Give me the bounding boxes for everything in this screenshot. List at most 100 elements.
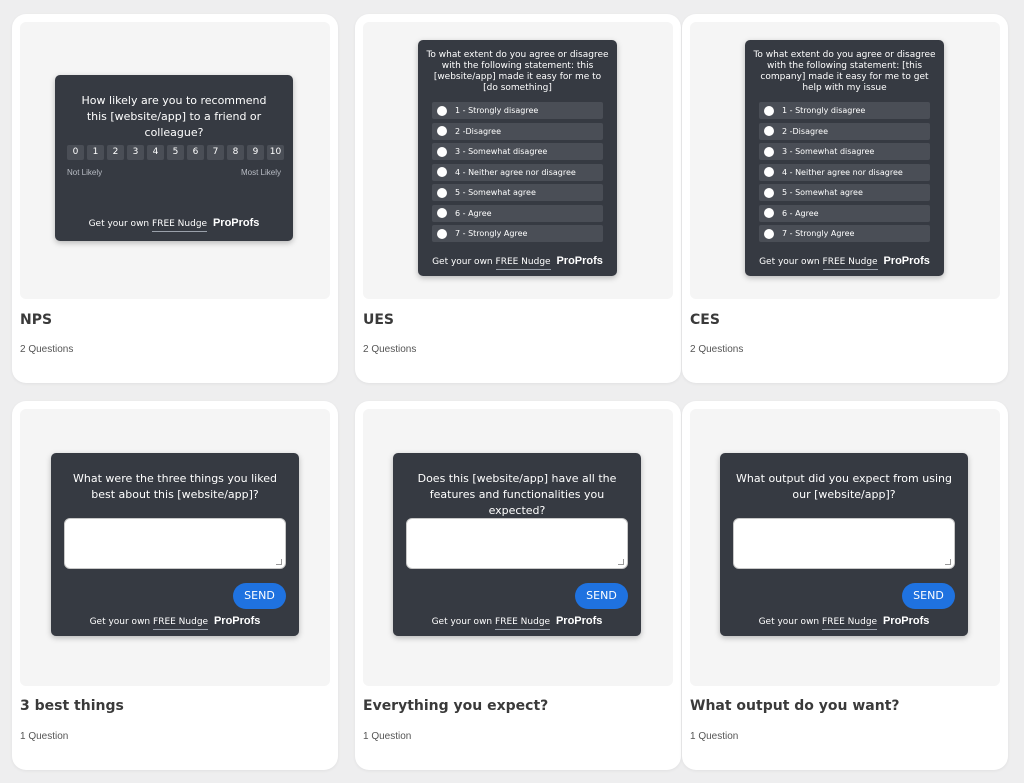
nps-score-option[interactable]: 1: [87, 145, 104, 160]
nps-score-option[interactable]: 9: [247, 145, 264, 160]
template-card-3-best-things[interactable]: What were the three things you liked bes…: [12, 401, 338, 770]
nps-score-option[interactable]: 10: [267, 145, 284, 160]
template-card-ues[interactable]: To what extent do you agree or disagree …: [355, 14, 681, 383]
question-count: 2 Questions: [690, 344, 744, 355]
template-preview: To what extent do you agree or disagree …: [363, 22, 673, 299]
question-count: 1 Question: [20, 731, 69, 742]
radio-option[interactable]: 4 - Neither agree nor disagree: [759, 163, 930, 181]
radio-button[interactable]: [764, 105, 774, 116]
option-label: 7 - Strongly Agree: [455, 229, 528, 238]
send-button[interactable]: SEND: [575, 583, 628, 609]
free-nudge-link[interactable]: FREE Nudge: [495, 617, 551, 630]
proprofs-logo: ProProfs: [556, 255, 603, 267]
radio-button[interactable]: [437, 105, 447, 116]
widget-question: To what extent do you agree or disagree …: [753, 50, 936, 93]
radio-button[interactable]: [437, 187, 447, 198]
option-label: 1 - Strongly disagree: [455, 106, 539, 115]
template-card-ces[interactable]: To what extent do you agree or disagree …: [682, 14, 1008, 383]
question-count: 2 Questions: [363, 344, 417, 355]
free-nudge-link[interactable]: FREE Nudge: [822, 617, 878, 630]
widget-question: To what extent do you agree or disagree …: [426, 50, 609, 93]
nps-low-label: Not Likely: [67, 168, 103, 177]
nps-score-option[interactable]: 4: [147, 145, 164, 160]
proprofs-logo: ProProfs: [212, 217, 260, 229]
radio-button[interactable]: [764, 126, 774, 136]
option-label: 6 - Agree: [782, 208, 819, 218]
resize-handle-icon[interactable]: [276, 559, 282, 565]
radio-button[interactable]: [437, 146, 447, 157]
resize-handle-icon[interactable]: [618, 559, 624, 565]
option-label: 6 - Agree: [455, 208, 492, 218]
footer-text: Get your own: [89, 617, 151, 627]
free-nudge-link[interactable]: FREE Nudge: [495, 257, 551, 270]
resize-handle-icon[interactable]: [945, 559, 951, 565]
free-nudge-link[interactable]: FREE Nudge: [152, 219, 208, 232]
template-preview: What output did you expect from using ou…: [690, 409, 1000, 686]
widget-footer: Get your own FREE Nudge ProProfs: [720, 615, 968, 630]
radio-button[interactable]: [764, 187, 774, 198]
proprofs-logo: ProProfs: [555, 615, 603, 627]
answer-textarea[interactable]: [733, 518, 955, 569]
option-label: 4 - Neither agree nor disagree: [455, 167, 576, 177]
nps-score-option[interactable]: 6: [187, 145, 204, 160]
radio-option[interactable]: 2 -Disagree: [759, 122, 930, 140]
widget-footer: Get your own FREE Nudge ProProfs: [51, 615, 299, 630]
proprofs-logo: ProProfs: [213, 615, 261, 627]
radio-button[interactable]: [764, 146, 774, 157]
send-button[interactable]: SEND: [233, 583, 286, 609]
nps-score-option[interactable]: 7: [207, 145, 224, 160]
option-label: 3 - Somewhat disagree: [455, 147, 548, 156]
radio-option[interactable]: 6 - Agree: [432, 204, 603, 222]
radio-button[interactable]: [437, 167, 447, 177]
answer-textarea[interactable]: [64, 518, 286, 569]
footer-text: Get your own: [88, 219, 150, 229]
nps-widget: How likely are you to recommend this [we…: [55, 75, 293, 241]
proprofs-logo: ProProfs: [883, 255, 930, 267]
footer-text: Get your own: [759, 257, 820, 267]
radio-option[interactable]: 4 - Neither agree nor disagree: [432, 163, 603, 181]
radio-button[interactable]: [437, 228, 447, 239]
option-label: 2 -Disagree: [455, 126, 502, 136]
radio-option[interactable]: 7 - Strongly Agree: [432, 225, 603, 242]
question-count: 2 Questions: [20, 344, 74, 355]
answer-textarea[interactable]: [406, 518, 628, 569]
template-title: NPS: [20, 312, 53, 328]
radio-option[interactable]: 1 - Strongly disagree: [759, 102, 930, 119]
footer-text: Get your own: [758, 617, 820, 627]
radio-option[interactable]: 7 - Strongly Agree: [759, 225, 930, 242]
template-card-nps[interactable]: How likely are you to recommend this [we…: [12, 14, 338, 383]
radio-button[interactable]: [764, 208, 774, 218]
footer-text: Get your own: [432, 257, 493, 267]
radio-option[interactable]: 1 - Strongly disagree: [432, 102, 603, 119]
radio-button[interactable]: [764, 228, 774, 239]
template-preview: What were the three things you liked bes…: [20, 409, 330, 686]
template-card-what-output[interactable]: What output did you expect from using ou…: [682, 401, 1008, 770]
nps-score-option[interactable]: 2: [107, 145, 124, 160]
nps-score-option[interactable]: 5: [167, 145, 184, 160]
options-list: 1 - Strongly disagree 2 -Disagree 3 - So…: [432, 102, 603, 246]
template-title: 3 best things: [20, 698, 124, 714]
option-label: 4 - Neither agree nor disagree: [782, 167, 903, 177]
nps-score-option[interactable]: 3: [127, 145, 144, 160]
template-card-everything-you-expect[interactable]: Does this [website/app] have all the fea…: [355, 401, 681, 770]
free-nudge-link[interactable]: FREE Nudge: [153, 617, 209, 630]
template-title: Everything you expect?: [363, 698, 549, 714]
free-nudge-link[interactable]: FREE Nudge: [822, 257, 878, 270]
radio-option[interactable]: 3 - Somewhat disagree: [432, 143, 603, 160]
radio-button[interactable]: [764, 167, 774, 177]
widget-footer: Get your own FREE Nudge ProProfs: [418, 255, 617, 270]
send-button[interactable]: SEND: [902, 583, 955, 609]
option-label: 2 -Disagree: [782, 126, 829, 136]
radio-option[interactable]: 3 - Somewhat disagree: [759, 143, 930, 160]
radio-button[interactable]: [437, 208, 447, 218]
nps-score-option[interactable]: 8: [227, 145, 244, 160]
footer-text: Get your own: [431, 617, 493, 627]
radio-button[interactable]: [437, 126, 447, 136]
radio-option[interactable]: 5 - Somewhat agree: [759, 184, 930, 201]
proprofs-logo: ProProfs: [882, 615, 930, 627]
option-label: 5 - Somewhat agree: [782, 188, 863, 197]
nps-score-option[interactable]: 0: [67, 145, 84, 160]
radio-option[interactable]: 5 - Somewhat agree: [432, 184, 603, 201]
radio-option[interactable]: 6 - Agree: [759, 204, 930, 222]
radio-option[interactable]: 2 -Disagree: [432, 122, 603, 140]
